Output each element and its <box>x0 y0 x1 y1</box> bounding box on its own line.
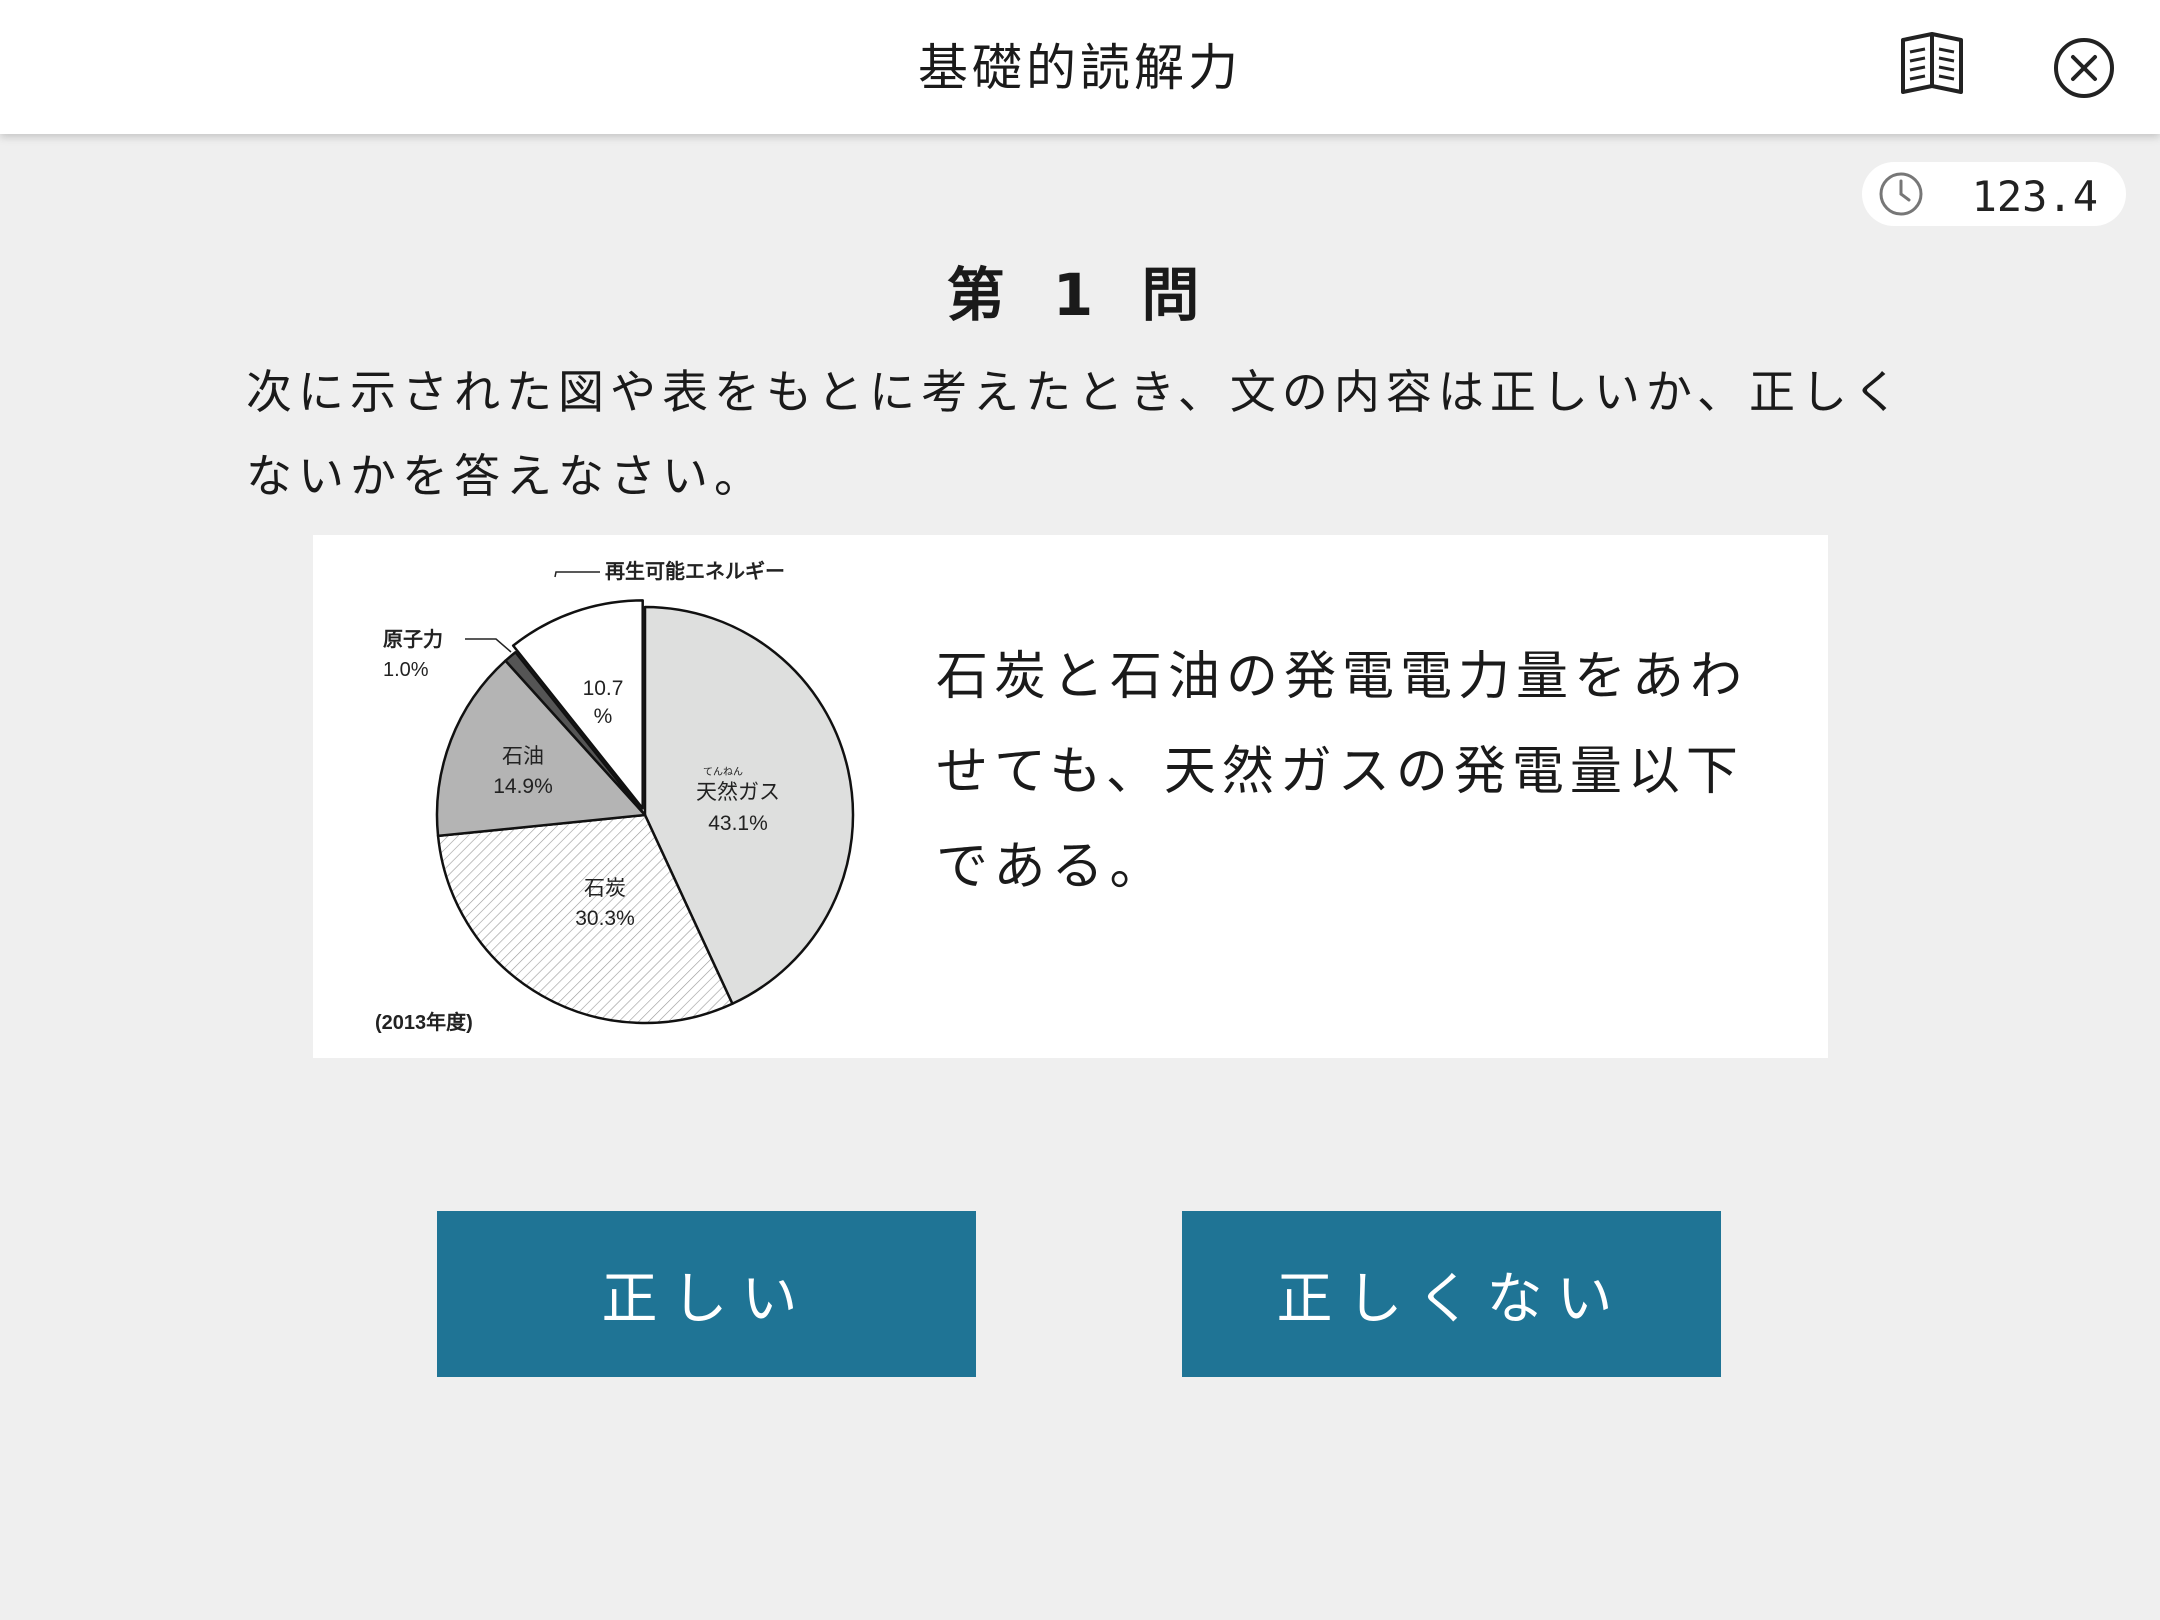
chart-note: (2013年度) <box>375 1010 473 1034</box>
value-renewable-1: 10.7 <box>583 677 624 700</box>
label-coal: 石炭 <box>584 877 626 900</box>
answer-true-button[interactable]: 正しい <box>437 1211 976 1377</box>
timer-value: 123.4 <box>1971 172 2098 221</box>
value-renewable-2: % <box>594 705 613 728</box>
question-number: 第 1 問 <box>946 261 1214 329</box>
app-title: 基礎的読解力 <box>918 39 1242 97</box>
label-renewable: 再生可能エネルギー <box>605 559 785 583</box>
pie-chart: 再生可能エネルギー 原子力 1.0% 10.7 % 石油 14.9% てんねん … <box>375 559 855 1034</box>
close-icon[interactable] <box>2052 36 2116 100</box>
value-nuclear: 1.0% <box>383 659 429 681</box>
question-instruction: 次に示された図や表をもとに考えたとき、文の内容は正しいか、正しくないかを答えなさ… <box>246 365 1905 503</box>
figure-panel: 再生可能エネルギー 原子力 1.0% 10.7 % 石油 14.9% てんねん … <box>313 535 1828 1058</box>
value-oil: 14.9% <box>493 775 553 798</box>
clock-icon <box>1879 172 1923 216</box>
statement-text: 石炭と石油の発電電力量をあわせても、天然ガスの発電量以下である。 <box>936 647 1749 897</box>
book-icon[interactable] <box>1897 30 1967 100</box>
leader-line-renewable <box>554 571 600 578</box>
leader-line-nuclear <box>465 638 512 653</box>
value-coal: 30.3% <box>575 907 635 930</box>
label-oil: 石油 <box>502 745 544 768</box>
label-nuclear: 原子力 <box>383 628 443 651</box>
label-natural-gas: 天然ガス <box>696 781 780 804</box>
timer-badge: 123.4 <box>1862 162 2126 226</box>
value-natural-gas: 43.1% <box>708 812 768 835</box>
answer-false-button[interactable]: 正しくない <box>1182 1211 1721 1377</box>
ruby-natural-gas: てんねん <box>703 766 743 778</box>
app-header: 基礎的読解力 <box>0 0 2160 134</box>
